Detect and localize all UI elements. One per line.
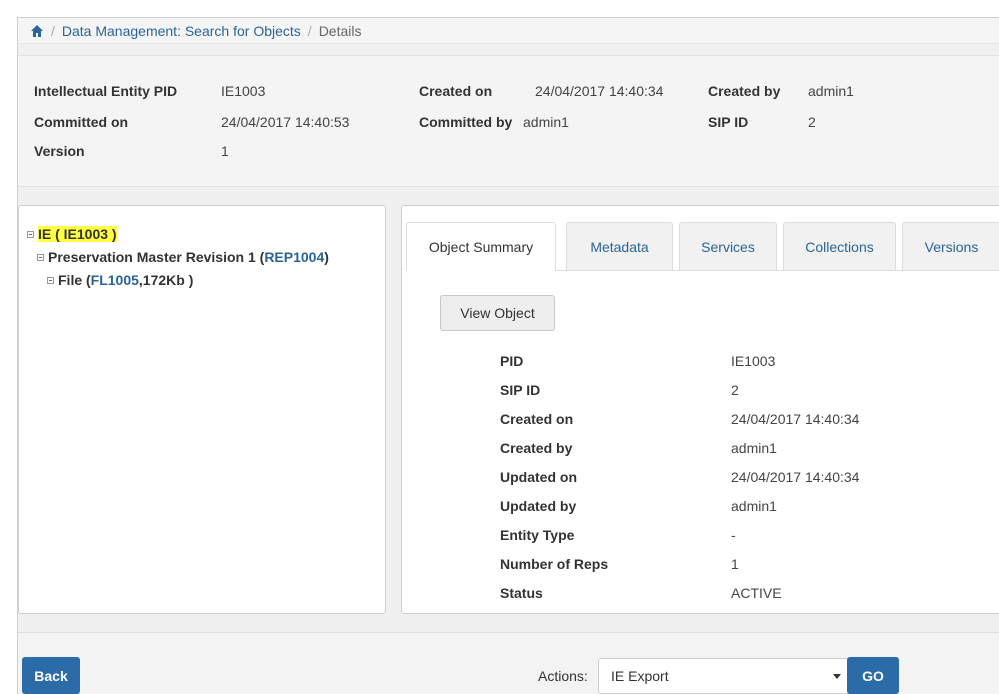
detail-label: Created on xyxy=(500,411,574,427)
version-label: Version xyxy=(34,143,85,159)
sip-id-value: 2 xyxy=(808,114,816,130)
detail-value: 2 xyxy=(731,382,739,398)
tree-node-ie-id: IE1003 xyxy=(63,226,109,242)
committed-on-value: 24/04/2017 14:40:53 xyxy=(221,114,350,130)
version-value: 1 xyxy=(221,143,229,159)
detail-label: Created by xyxy=(500,440,573,456)
object-tree-panel: IE ( IE1003 ) Preservation Master Revisi… xyxy=(18,205,386,614)
actions-label: Actions: xyxy=(538,668,588,684)
committed-by-value: admin1 xyxy=(523,114,569,130)
view-object-button[interactable]: View Object xyxy=(440,295,555,331)
detail-value: 24/04/2017 14:40:34 xyxy=(731,469,860,485)
detail-value: admin1 xyxy=(731,440,777,456)
sip-id-label: SIP ID xyxy=(708,114,749,130)
tree-node-ie-label: IE ( IE1003 ) xyxy=(38,226,117,242)
detail-label: Entity Type xyxy=(500,527,575,543)
actions-selected-value: IE Export xyxy=(611,668,669,684)
collapse-icon[interactable] xyxy=(27,230,34,238)
breadcrumb-separator: / xyxy=(51,22,55,39)
committed-on-label: Committed on xyxy=(34,114,129,130)
detail-value: 1 xyxy=(731,556,739,572)
breadcrumb: / Data Management: Search for Objects / … xyxy=(18,18,999,44)
detail-value: ACTIVE xyxy=(731,585,782,601)
created-by-value: admin1 xyxy=(808,83,854,99)
committed-by-label: Committed by xyxy=(419,114,513,130)
tree-node-file-link[interactable]: FL1005 xyxy=(91,272,139,288)
tree-node-ie-suffix: ) xyxy=(108,226,117,242)
actions-select[interactable]: IE Export xyxy=(598,658,858,694)
tab-collections[interactable]: Collections xyxy=(783,222,896,270)
entity-info-panel: Intellectual Entity PID IE1003 Created o… xyxy=(18,55,999,187)
detail-label: Status xyxy=(500,585,543,601)
detail-value: 24/04/2017 14:40:34 xyxy=(731,411,860,427)
tab-metadata[interactable]: Metadata xyxy=(566,222,673,270)
details-panel: Object Summary Metadata Services Collect… xyxy=(401,205,999,614)
detail-label: Updated on xyxy=(500,469,577,485)
ie-pid-value: IE1003 xyxy=(221,83,266,99)
tree-node-ie-prefix: IE ( xyxy=(38,226,64,242)
detail-value: admin1 xyxy=(731,498,777,514)
tree-node-file-suffix: ,172Kb ) xyxy=(138,272,194,288)
tree-node-ie[interactable]: IE ( IE1003 ) xyxy=(27,226,117,242)
detail-label: Number of Reps xyxy=(500,556,609,572)
home-icon[interactable] xyxy=(30,24,44,38)
detail-label: Updated by xyxy=(500,498,577,514)
detail-label: SIP ID xyxy=(500,382,541,398)
detail-value: IE1003 xyxy=(731,353,776,369)
detail-value: - xyxy=(731,527,736,543)
tab-object-summary[interactable]: Object Summary xyxy=(406,222,556,271)
footer-bar: Back Actions: IE Export GO xyxy=(18,632,999,694)
breadcrumb-link-search[interactable]: Data Management: Search for Objects xyxy=(62,23,301,39)
collapse-icon[interactable] xyxy=(47,276,54,284)
breadcrumb-current: Details xyxy=(318,22,362,39)
created-on-value: 24/04/2017 14:40:34 xyxy=(535,83,664,99)
tree-node-file-prefix: File ( xyxy=(58,272,91,288)
created-on-label: Created on xyxy=(419,83,493,99)
collapse-icon[interactable] xyxy=(37,253,44,261)
tree-node-rep-link[interactable]: REP1004 xyxy=(264,249,324,265)
detail-label: PID xyxy=(500,353,524,369)
breadcrumb-separator: / xyxy=(307,22,312,39)
tab-versions[interactable]: Versions xyxy=(902,222,999,270)
tree-node-rep-prefix: Preservation Master Revision 1 ( xyxy=(48,249,265,265)
tree-node-file[interactable]: File ( FL1005 ,172Kb ) xyxy=(47,272,193,288)
ie-pid-label: Intellectual Entity PID xyxy=(34,83,178,99)
created-by-label: Created by xyxy=(708,83,781,99)
tree-node-rep-suffix: ) xyxy=(324,249,329,265)
go-button[interactable]: GO xyxy=(847,657,899,694)
tab-bar: Object Summary Metadata Services Collect… xyxy=(406,222,999,271)
tree-node-representation[interactable]: Preservation Master Revision 1 ( REP1004… xyxy=(37,249,329,265)
back-button[interactable]: Back xyxy=(22,657,80,694)
tab-services[interactable]: Services xyxy=(679,222,777,270)
